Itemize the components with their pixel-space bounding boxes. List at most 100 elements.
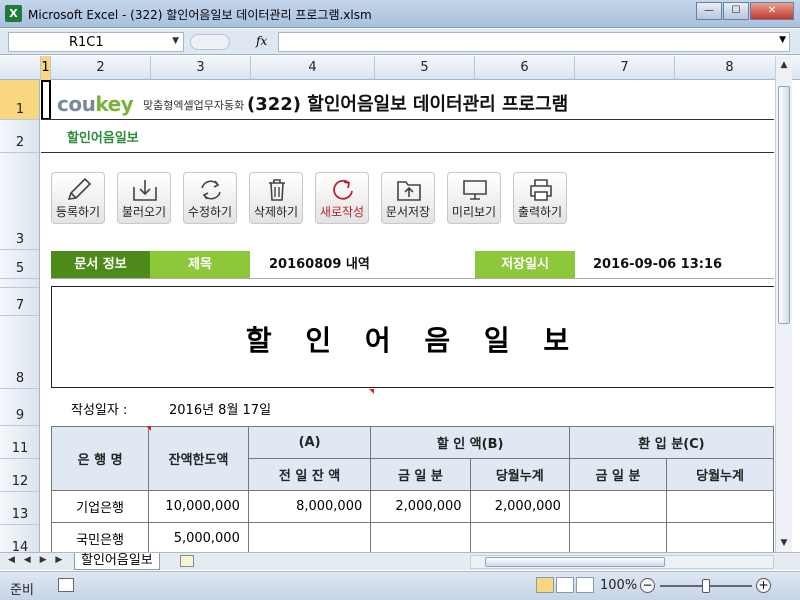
save-document-button[interactable]: 문서저장	[381, 172, 435, 224]
zoom-out-button[interactable]: −	[640, 578, 655, 593]
cell-prev[interactable]	[247, 522, 372, 552]
title-value[interactable]: 20160809 내역	[269, 251, 469, 278]
row-header-1[interactable]: 1	[0, 80, 39, 120]
load-button[interactable]: 불러오기	[117, 172, 171, 224]
row-header-9[interactable]: 9	[0, 389, 39, 426]
scroll-up-icon[interactable]: ▲	[778, 60, 790, 70]
print-button[interactable]: 출력하기	[513, 172, 567, 224]
macro-record-icon[interactable]	[58, 578, 74, 592]
cell-month-c[interactable]	[666, 490, 774, 523]
column-header-8[interactable]: 8	[675, 56, 785, 80]
vertical-scroll-thumb[interactable]	[778, 86, 790, 324]
table-row: 국민은행 5,000,000	[50, 522, 774, 552]
comment-indicator[interactable]	[146, 426, 151, 431]
formula-input[interactable]: ▼	[278, 32, 790, 52]
expand-formula-icon[interactable]: ▼	[779, 35, 786, 45]
zoom-slider-thumb[interactable]	[702, 579, 710, 593]
tab-navigation[interactable]: ◀ ◀ ▶ ▶	[8, 555, 65, 565]
open-tray-icon	[133, 180, 157, 201]
title-label: 제목	[150, 251, 250, 278]
excel-app-icon[interactable]: X	[5, 5, 22, 22]
column-header-2[interactable]: 2	[51, 56, 151, 80]
scroll-down-icon[interactable]: ▼	[778, 538, 790, 548]
preview-button[interactable]: 미리보기	[447, 172, 501, 224]
insert-function-button[interactable]: fx	[256, 34, 267, 48]
delete-button[interactable]: 삭제하기	[249, 172, 303, 224]
cell-limit[interactable]: 5,000,000	[148, 522, 249, 552]
header-today-b: 금 일 분	[370, 458, 471, 491]
date-value[interactable]: 2016년 8월 17일	[169, 399, 271, 418]
vertical-scrollbar[interactable]: ▲ ▼	[775, 56, 792, 552]
cell-month-b[interactable]	[469, 522, 570, 552]
cell-today-b[interactable]	[370, 522, 471, 552]
header-today-c: 금 일 분	[568, 458, 668, 491]
cell-month-b[interactable]: 2,000,000	[469, 490, 570, 523]
saved-label: 저장일시	[475, 251, 575, 278]
horizontal-scroll-thumb[interactable]	[485, 557, 665, 567]
table-row: 기업은행 10,000,000 8,000,000 2,000,000 2,00…	[50, 490, 774, 523]
column-header-5[interactable]: 5	[375, 56, 475, 80]
coukey-logo: coukey	[57, 92, 134, 116]
formula-cancel-button[interactable]	[190, 34, 230, 50]
row-header-3[interactable]: 3	[0, 153, 39, 250]
column-header-7[interactable]: 7	[575, 56, 675, 80]
cell-bank[interactable]: 국민은행	[50, 522, 150, 552]
chevron-down-icon[interactable]: ▼	[172, 36, 179, 46]
row-header-7[interactable]: 7	[0, 288, 39, 316]
sheet-subtitle: 할인어음일보	[67, 131, 139, 146]
folder-save-icon	[397, 181, 421, 201]
row-header: 1 2 3 5 7 8 9 11 12 13 14	[0, 80, 40, 552]
header-discount: 할 인 액(B)	[370, 426, 570, 459]
cell-today-b[interactable]: 2,000,000	[370, 490, 471, 523]
cell-month-c[interactable]	[666, 522, 774, 552]
zoom-in-button[interactable]: +	[756, 578, 771, 593]
formula-controls: fx	[190, 32, 278, 52]
cell-prev[interactable]: 8,000,000	[247, 490, 372, 523]
cell-limit[interactable]: 10,000,000	[148, 490, 249, 523]
row-header-8[interactable]: 8	[0, 316, 39, 389]
monitor-icon	[463, 180, 487, 200]
sheet-tabs-bar: ◀ ◀ ▶ ▶ 할인어음일보	[0, 552, 800, 570]
column-header-6[interactable]: 6	[475, 56, 575, 80]
row-header-5[interactable]: 5	[0, 250, 39, 279]
horizontal-scrollbar[interactable]	[470, 555, 774, 569]
tab-sheet-active[interactable]: 할인어음일보	[74, 553, 160, 570]
row-header-2[interactable]: 2	[0, 120, 39, 153]
minimize-button[interactable]: —	[696, 2, 722, 20]
insert-sheet-icon[interactable]	[180, 555, 194, 567]
row-header-11[interactable]: 11	[0, 426, 39, 459]
edit-button[interactable]: 수정하기	[183, 172, 237, 224]
column-header-1[interactable]: 1	[41, 56, 51, 80]
close-button[interactable]: ✕	[750, 2, 794, 20]
divider	[51, 278, 774, 279]
new-document-button[interactable]: 새로작성	[315, 172, 369, 224]
comment-indicator[interactable]	[369, 389, 374, 394]
row-header-6[interactable]	[0, 279, 39, 288]
window-controls: — ☐ ✕	[695, 2, 794, 20]
page-break-button[interactable]	[576, 577, 594, 593]
column-header-3[interactable]: 3	[151, 56, 251, 80]
row-header-13[interactable]: 13	[0, 492, 39, 525]
worksheet-grid[interactable]: coukey 맞춤형엑셀업무자동화 (322) 할인어음일보 데이터관리 프로그…	[41, 80, 774, 552]
formula-bar: R1C1 ▼ fx ▼	[0, 29, 800, 55]
zoom-level[interactable]: 100%	[600, 578, 637, 593]
register-button[interactable]: 등록하기	[51, 172, 105, 224]
row-header-14[interactable]: 14	[0, 525, 39, 552]
maximize-button[interactable]: ☐	[723, 2, 749, 20]
refresh-icon	[201, 180, 221, 200]
name-box[interactable]: R1C1 ▼	[8, 32, 184, 52]
cell-bank[interactable]: 기업은행	[50, 490, 150, 523]
select-all-corner[interactable]	[0, 56, 41, 80]
document-info-bar: 문서 정보 제목 20160809 내역 저장일시 2016-09-06 13:…	[51, 251, 774, 278]
normal-view-button[interactable]	[536, 577, 554, 593]
column-header-4[interactable]: 4	[251, 56, 375, 80]
row-header-12[interactable]: 12	[0, 459, 39, 492]
name-box-value: R1C1	[69, 35, 104, 50]
page-layout-button[interactable]	[556, 577, 574, 593]
active-cell-r1c1[interactable]	[41, 80, 51, 120]
cell-today-c[interactable]	[568, 490, 668, 523]
cell-today-c[interactable]	[568, 522, 668, 552]
action-toolbar: 등록하기 불러오기 수정하기 삭제하기 새로작성 문서저장 미리보기 출력하기	[51, 172, 579, 224]
doc-info-label: 문서 정보	[51, 251, 150, 278]
header-bank: 은 행 명	[50, 426, 150, 491]
